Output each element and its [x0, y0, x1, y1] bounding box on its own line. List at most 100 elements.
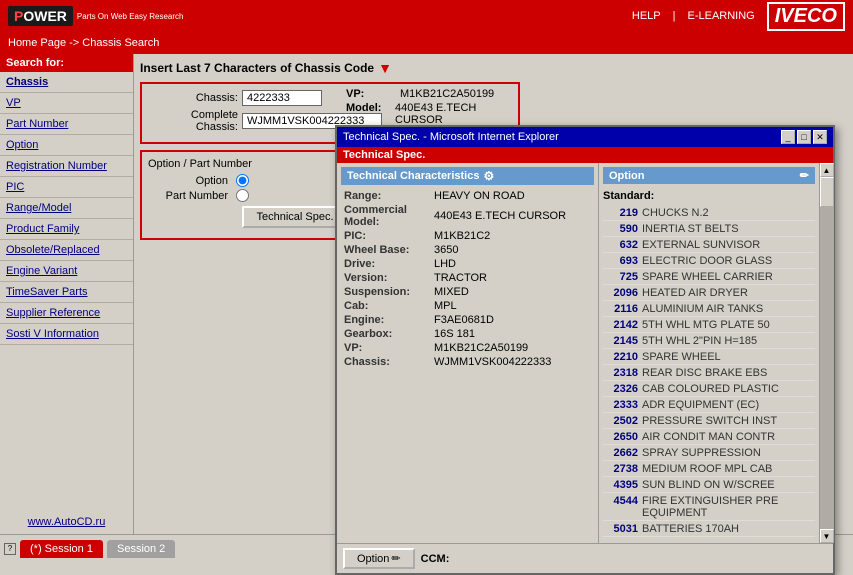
option-button[interactable]: Option ✏: [343, 548, 415, 569]
option-list-item[interactable]: 2318REAR DISC BRAKE EBS: [603, 366, 815, 381]
scroll-down-arrow[interactable]: ▼: [820, 529, 834, 543]
elearning-link[interactable]: E-LEARNING: [688, 10, 755, 22]
sidebar-item-part-number[interactable]: Part Number: [0, 114, 133, 135]
tech-field-value: M1KB21C2: [431, 229, 594, 243]
tech-field-value: 16S 181: [431, 327, 594, 341]
tech-row: VP:M1KB21C2A50199: [341, 341, 594, 355]
option-list-item[interactable]: 632EXTERNAL SUNVISOR: [603, 238, 815, 253]
tech-field-label: Drive:: [341, 257, 431, 271]
option-number: 2662: [603, 447, 638, 459]
option-list-item[interactable]: 21425TH WHL MTG PLATE 50: [603, 318, 815, 333]
option-description: ALUMINIUM AIR TANKS: [642, 303, 815, 315]
sidebar-item-obsolete[interactable]: Obsolete/Replaced: [0, 240, 133, 261]
option-list-item[interactable]: 21455TH WHL 2"PIN H=185: [603, 334, 815, 349]
option-list-item[interactable]: 2738MEDIUM ROOF MPL CAB: [603, 462, 815, 477]
option-description: ADR EQUIPMENT (EC): [642, 399, 815, 411]
tech-field-label: Commercial Model:: [341, 203, 431, 229]
option-list-item[interactable]: 219CHUCKS N.2: [603, 206, 815, 221]
session2-tab[interactable]: Session 2: [107, 540, 175, 558]
modal-scrollbar[interactable]: ▲ ▼: [819, 163, 833, 543]
option-list-item[interactable]: 2096HEATED AIR DRYER: [603, 286, 815, 301]
maximize-button[interactable]: □: [797, 130, 811, 144]
sidebar-item-product-family[interactable]: Product Family: [0, 219, 133, 240]
option-list-item[interactable]: 4395SUN BLIND ON W/SCREE: [603, 478, 815, 493]
option-list-item[interactable]: 693ELECTRIC DOOR GLASS: [603, 254, 815, 269]
autocd-link[interactable]: www.AutoCD.ru: [0, 510, 133, 534]
status-icon[interactable]: ?: [4, 543, 16, 555]
vp-label: VP:: [346, 88, 396, 100]
tech-row: Range:HEAVY ON ROAD: [341, 189, 594, 203]
sidebar-item-engine[interactable]: Engine Variant: [0, 261, 133, 282]
option-list-item[interactable]: 5629ROLLER BLIND: [603, 538, 815, 539]
option-list-item[interactable]: 2502PRESSURE SWITCH INST: [603, 414, 815, 429]
nav-bar: Home Page -> Chassis Search: [0, 32, 853, 54]
option-description: EXTERNAL SUNVISOR: [642, 239, 815, 251]
sidebar-item-pic[interactable]: PIC: [0, 177, 133, 198]
tech-field-value: F3AE0681D: [431, 313, 594, 327]
sidebar-item-option[interactable]: Option: [0, 135, 133, 156]
modal-right-panel: Option ✏ Standard: 219CHUCKS N.2590INERT…: [599, 163, 819, 543]
tech-field-value: MIXED: [431, 285, 594, 299]
logo-right: HELP | E-LEARNING IVECO: [632, 2, 845, 31]
option-list-item[interactable]: 5031BATTERIES 170AH: [603, 522, 815, 537]
tech-field-label: Cab:: [341, 299, 431, 313]
tech-field-label: Suspension:: [341, 285, 431, 299]
sidebar-item-range-model[interactable]: Range/Model: [0, 198, 133, 219]
option-list-item[interactable]: 2210SPARE WHEEL: [603, 350, 815, 365]
option-description: 5TH WHL 2"PIN H=185: [642, 335, 815, 347]
option-list-item[interactable]: 2116 ALUMINIUM AIR TANKS: [603, 302, 815, 317]
vp-row: VP: M1KB21C2A50199: [346, 88, 514, 100]
option-list-item[interactable]: 4544FIRE EXTINGUISHER PRE EQUIPMENT: [603, 494, 815, 521]
session1-tab[interactable]: (*) Session 1: [20, 540, 103, 558]
chassis-input[interactable]: [242, 90, 322, 106]
option-number: 4544: [603, 495, 638, 519]
options-scroll-area[interactable]: Standard: 219CHUCKS N.2590INERTIA ST BEL…: [603, 188, 815, 539]
tech-row: Engine:F3AE0681D: [341, 313, 594, 327]
part-number-radio[interactable]: [236, 189, 249, 202]
option-number: 2116: [603, 303, 638, 315]
scroll-up-arrow[interactable]: ▲: [820, 163, 834, 177]
option-list-item[interactable]: 2662SPRAY SUPPRESSION: [603, 446, 815, 461]
option-list-item[interactable]: 725SPARE WHEEL CARRIER: [603, 270, 815, 285]
option-list-item[interactable]: 2326CAB COLOURED PLASTIC: [603, 382, 815, 397]
pencil-icon: ✏: [800, 169, 809, 182]
sidebar-item-timesaver[interactable]: TimeSaver Parts: [0, 282, 133, 303]
option-list-item[interactable]: 2650AIR CONDIT MAN CONTR: [603, 430, 815, 445]
sidebar-item-sosti[interactable]: Sosti V Information: [0, 324, 133, 345]
option-radio[interactable]: [236, 174, 249, 187]
sidebar-item-supplier[interactable]: Supplier Reference: [0, 303, 133, 324]
sidebar-item-chassis[interactable]: Chassis: [0, 72, 133, 93]
option-button-label: Option: [357, 553, 389, 565]
option-number: 725: [603, 271, 638, 283]
tech-field-label: VP:: [341, 341, 431, 355]
nav-path[interactable]: Home Page -> Chassis Search: [8, 37, 159, 49]
option-number: 2326: [603, 383, 638, 395]
option-area: Standard: 219CHUCKS N.2590INERTIA ST BEL…: [603, 188, 815, 539]
tech-char-header: Technical Characteristics ⚙: [341, 167, 594, 185]
option-number: 2210: [603, 351, 638, 363]
option-list-item[interactable]: 2333ADR EQUIPMENT (EC): [603, 398, 815, 413]
tech-field-label: Engine:: [341, 313, 431, 327]
option-number: 4395: [603, 479, 638, 491]
part-number-radio-label: Part Number: [148, 190, 228, 202]
tech-char-title: Technical Characteristics: [347, 170, 479, 182]
tech-row: Gearbox:16S 181: [341, 327, 594, 341]
option-btn-pencil: ✏: [391, 552, 400, 565]
modal-subtitle: Technical Spec.: [337, 147, 833, 163]
scroll-thumb[interactable]: [820, 177, 834, 207]
settings-icon: ⚙: [483, 169, 494, 183]
ccm-label: CCM:: [421, 553, 450, 565]
content-title-text: Insert Last 7 Characters of Chassis Code: [140, 61, 374, 75]
help-link[interactable]: HELP: [632, 10, 661, 22]
option-number: 2650: [603, 431, 638, 443]
tech-row: Commercial Model:440E43 E.TECH CURSOR: [341, 203, 594, 229]
logo-left: POWER Parts On Web Easy Research: [8, 6, 183, 26]
option-list-item[interactable]: 590INERTIA ST BELTS: [603, 222, 815, 237]
technical-spec-button[interactable]: Technical Spec.: [242, 206, 347, 228]
close-button[interactable]: ✕: [813, 130, 827, 144]
sidebar-item-vp[interactable]: VP: [0, 93, 133, 114]
sidebar-item-registration[interactable]: Registration Number: [0, 156, 133, 177]
modal-controls: _ □ ✕: [781, 130, 827, 144]
minimize-button[interactable]: _: [781, 130, 795, 144]
tech-row: Chassis:WJMM1VSK004222333: [341, 355, 594, 369]
